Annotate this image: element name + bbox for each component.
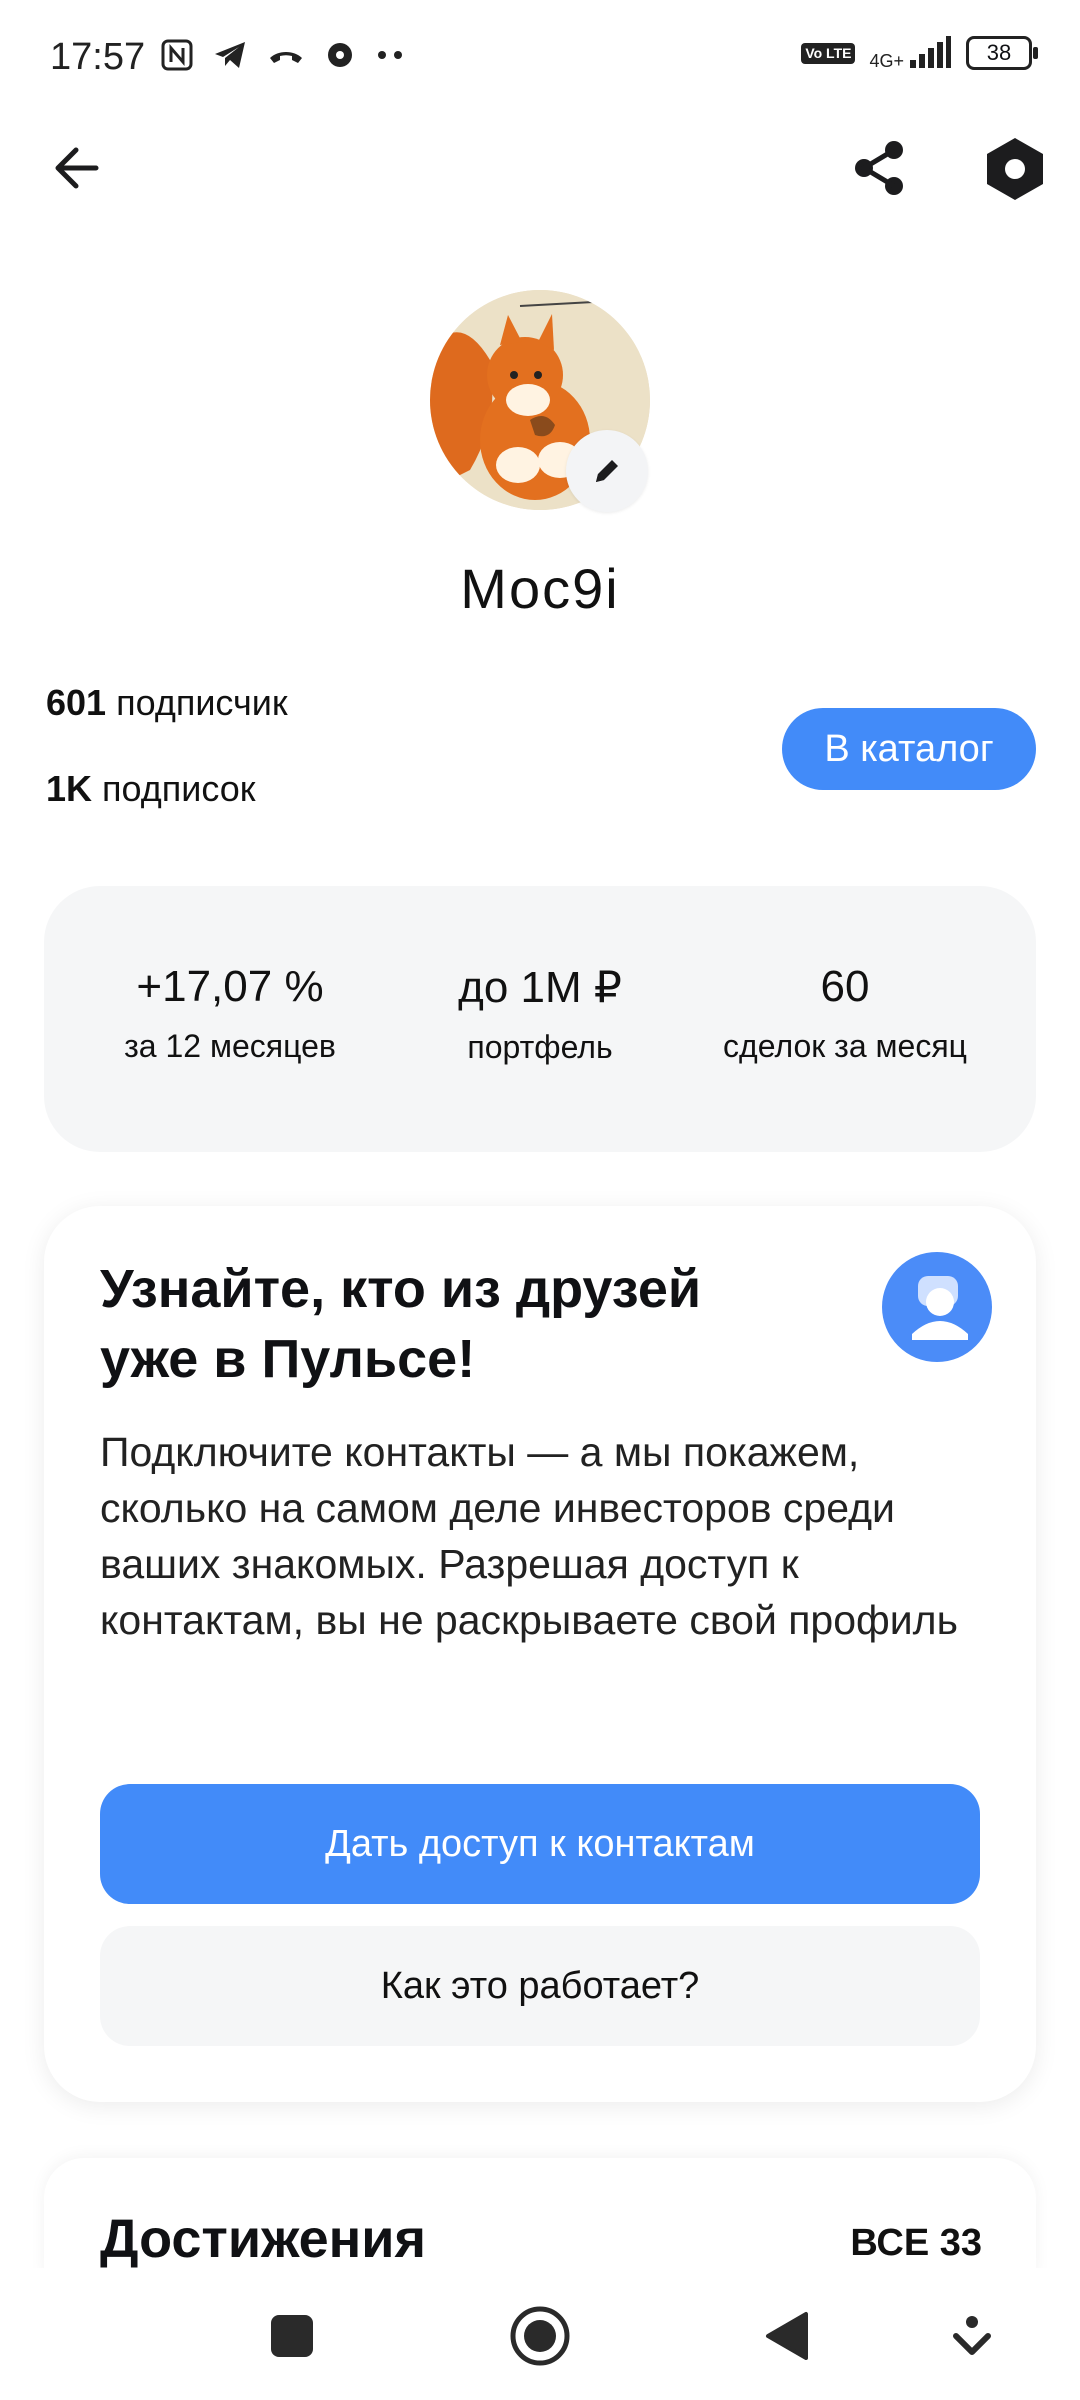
catalog-button[interactable]: В каталог (782, 708, 1036, 790)
status-time: 17:57 (50, 36, 146, 78)
hide-navbar-button[interactable] (932, 2296, 1012, 2376)
metric-yield: +17,07 % за 12 месяцев (80, 962, 380, 1065)
card-description: Подключите контакты — а мы покажем, скол… (100, 1429, 958, 1643)
contacts-badge (882, 1252, 992, 1362)
back-button[interactable] (746, 2296, 826, 2376)
metric-value: до 1M ₽ (458, 963, 622, 1012)
metric-label: портфель (467, 1029, 613, 1065)
more-notifications-icon (378, 51, 402, 59)
achievements-all-link[interactable]: ВСЕ 33 (850, 2222, 982, 2265)
battery-indicator: 38 (966, 36, 1038, 70)
following-label: подписок (102, 768, 256, 809)
nfc-icon (161, 39, 193, 71)
volte-badge: Vo LTE (801, 42, 856, 64)
home-button[interactable] (500, 2296, 580, 2376)
grant-contacts-access-button[interactable]: Дать доступ к контактам (100, 1784, 980, 1904)
followers-count: 601 (46, 682, 107, 723)
settings-hexagon-icon[interactable] (982, 134, 1048, 204)
circle-home-icon (510, 2306, 570, 2366)
edit-avatar-button[interactable] (566, 430, 648, 512)
chevron-down-icon (953, 2316, 991, 2355)
followers-stat[interactable]: 601 подписчик (46, 682, 288, 724)
followers-label: подписчик (116, 682, 288, 723)
metric-trades: 60 сделок за месяц (700, 962, 990, 1065)
following-count: 1K (46, 768, 93, 809)
signal-icon (910, 36, 951, 68)
missed-call-icon (270, 52, 302, 63)
metric-value: +17,07 % (136, 962, 324, 1011)
telegram-icon (215, 42, 245, 68)
square-icon (271, 2315, 313, 2357)
metric-label: за 12 месяцев (124, 1028, 336, 1064)
pencil-icon (596, 460, 618, 482)
card-title: Узнайте, кто из друзей уже в Пульсе! (100, 1259, 702, 1389)
how-it-works-button[interactable]: Как это работает? (100, 1926, 980, 2046)
achievements-title: Достижения (100, 2209, 427, 2269)
back-arrow-icon[interactable] (46, 136, 110, 200)
share-icon[interactable] (848, 136, 912, 200)
system-status: Vo LTE 4G+ 38 (801, 36, 1038, 70)
metric-portfolio: до 1M ₽ портфель (390, 962, 690, 1066)
metric-value: 60 (820, 962, 870, 1011)
person-icon (912, 1276, 968, 1340)
network-type: 4G+ (869, 51, 904, 71)
triangle-back-icon (766, 2312, 808, 2360)
metric-label: сделок за месяц (723, 1028, 967, 1064)
notification-icons (160, 38, 406, 72)
app-notification-icon (328, 43, 352, 67)
following-stat[interactable]: 1K подписок (46, 768, 256, 810)
username: Moc9i (460, 557, 620, 620)
recent-apps-button[interactable] (252, 2296, 332, 2376)
signal-group: 4G+ (869, 36, 952, 70)
